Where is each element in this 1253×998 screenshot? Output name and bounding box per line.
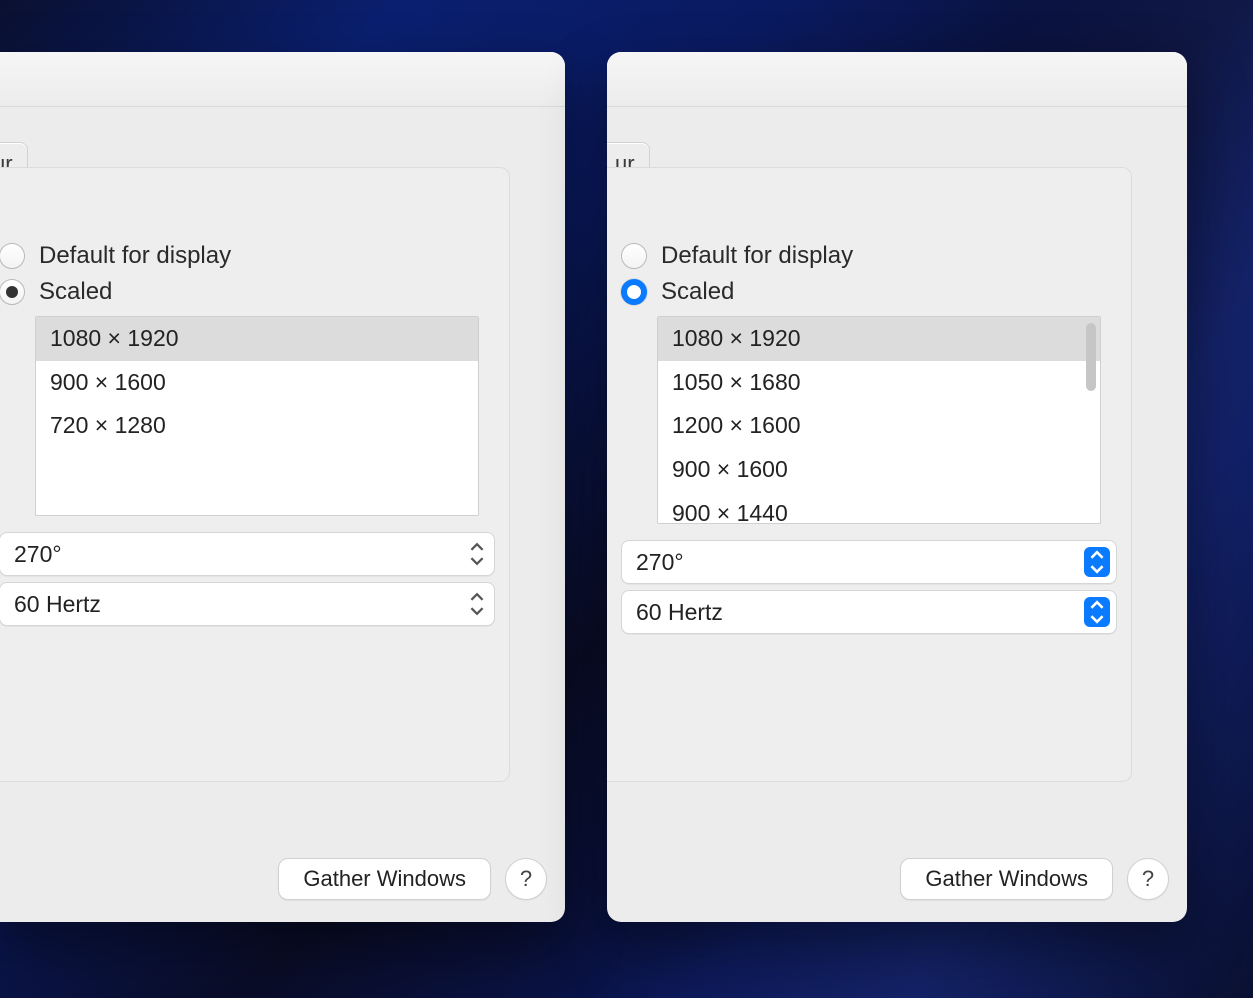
radio-default-for-display[interactable]: Default for display (621, 242, 1121, 270)
displays-window-left: ur Default for display Scaled 1080 × 192… (0, 52, 565, 922)
gather-windows-button[interactable]: Gather Windows (900, 858, 1113, 900)
updown-icon (1084, 547, 1110, 577)
radio-icon (0, 279, 25, 305)
updown-icon (466, 589, 488, 619)
select-value: 60 Hertz (14, 591, 101, 618)
refresh-rate-select[interactable]: 60 Hertz (621, 590, 1117, 634)
list-item[interactable]: 1080 × 1920 (36, 317, 478, 361)
radio-label: Default for display (39, 242, 231, 270)
gather-windows-button[interactable]: Gather Windows (278, 858, 491, 900)
list-item[interactable]: 1200 × 1600 (658, 404, 1100, 448)
help-button[interactable]: ? (1127, 858, 1169, 900)
radio-icon (621, 279, 647, 305)
window-footer: Gather Windows ? (0, 858, 547, 900)
radio-default-for-display[interactable]: Default for display (0, 242, 499, 270)
list-item[interactable]: 900 × 1600 (36, 361, 478, 405)
radio-scaled[interactable]: Scaled (621, 278, 1121, 306)
help-button[interactable]: ? (505, 858, 547, 900)
select-value: 270° (636, 549, 684, 576)
resolution-list[interactable]: 1080 × 1920 900 × 1600 720 × 1280 (35, 316, 479, 516)
resolution-list[interactable]: 1080 × 1920 1050 × 1680 1200 × 1600 900 … (657, 316, 1101, 524)
updown-icon (1084, 597, 1110, 627)
select-value: 270° (14, 541, 62, 568)
resolution-panel: Default for display Scaled 1080 × 1920 1… (607, 167, 1132, 782)
updown-icon (466, 539, 488, 569)
select-value: 60 Hertz (636, 599, 723, 626)
list-item[interactable]: 900 × 1600 (658, 448, 1100, 492)
list-item[interactable]: 900 × 1440 (658, 492, 1100, 524)
radio-label: Default for display (661, 242, 853, 270)
list-item[interactable]: 720 × 1280 (36, 404, 478, 448)
titlebar (607, 52, 1187, 107)
rotation-select[interactable]: 270° (0, 532, 495, 576)
rotation-select[interactable]: 270° (621, 540, 1117, 584)
radio-icon (0, 243, 25, 269)
radio-label: Scaled (661, 278, 734, 306)
resolution-panel: Default for display Scaled 1080 × 1920 9… (0, 167, 510, 782)
button-label: Gather Windows (925, 866, 1088, 892)
radio-icon (621, 243, 647, 269)
list-item[interactable]: 1080 × 1920 (658, 317, 1100, 361)
help-icon: ? (1142, 866, 1154, 892)
titlebar (0, 52, 565, 107)
window-footer: Gather Windows ? (607, 858, 1169, 900)
refresh-rate-select[interactable]: 60 Hertz (0, 582, 495, 626)
scrollbar-thumb[interactable] (1086, 323, 1096, 391)
list-item[interactable]: 1050 × 1680 (658, 361, 1100, 405)
button-label: Gather Windows (303, 866, 466, 892)
help-icon: ? (520, 866, 532, 892)
radio-label: Scaled (39, 278, 112, 306)
displays-window-right: ur Default for display Scaled 1080 × 192… (607, 52, 1187, 922)
radio-scaled[interactable]: Scaled (0, 278, 499, 306)
